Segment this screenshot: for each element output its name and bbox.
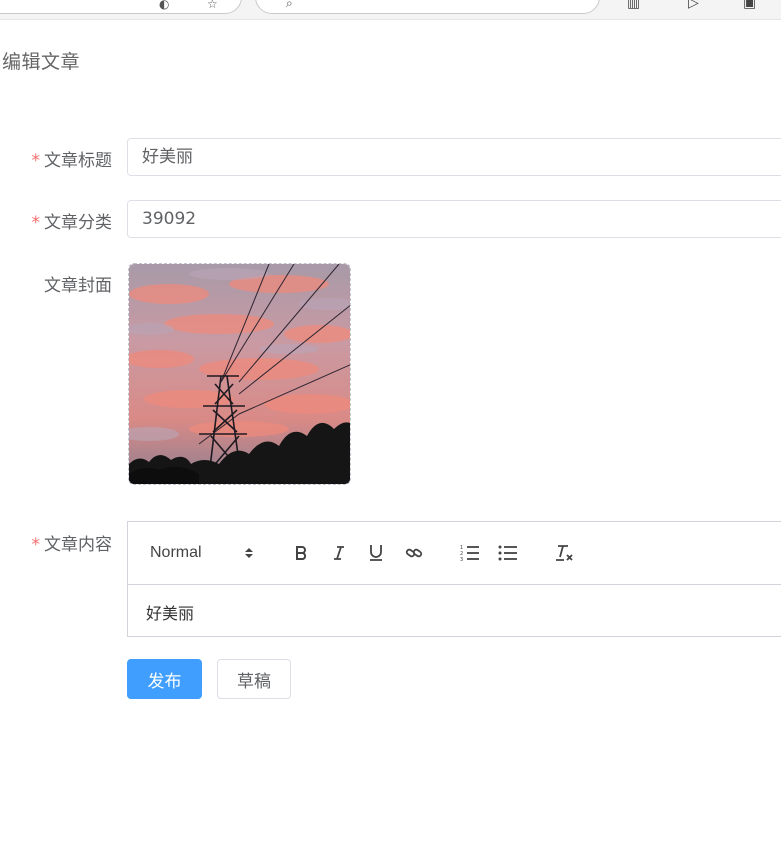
select-arrows-icon bbox=[245, 548, 253, 558]
title-label-text: 文章标题 bbox=[44, 151, 112, 171]
cover-label-text: 文章封面 bbox=[44, 276, 112, 296]
rich-text-editor: Normal 1 2 3 好美丽 bbox=[127, 521, 781, 637]
cover-image-upload[interactable] bbox=[128, 263, 351, 485]
content-label: * 文章内容 bbox=[32, 530, 113, 555]
draft-button[interactable]: 草稿 bbox=[217, 659, 291, 699]
required-mark: * bbox=[31, 151, 41, 171]
title-label: * 文章标题 bbox=[32, 146, 113, 171]
category-label: * 文章分类 bbox=[32, 208, 113, 233]
editor-toolbar: Normal 1 2 3 bbox=[128, 522, 781, 585]
split-view-icon[interactable]: ▥ bbox=[627, 0, 640, 11]
browser-address-pill[interactable]: ◐ ☆ bbox=[0, 0, 242, 14]
search-icon: ⌕ bbox=[286, 0, 293, 10]
bookmark-icon[interactable]: ☆ bbox=[207, 0, 218, 11]
cover-image bbox=[129, 264, 350, 484]
category-input[interactable]: 39092 bbox=[127, 200, 781, 238]
clear-format-icon bbox=[556, 545, 573, 561]
collections-icon[interactable]: ▣ bbox=[743, 0, 756, 11]
clear-format-button[interactable] bbox=[553, 542, 575, 564]
italic-icon bbox=[334, 546, 344, 560]
favorites-icon[interactable]: ▷ bbox=[688, 0, 699, 11]
italic-button[interactable] bbox=[328, 542, 350, 564]
required-mark: * bbox=[31, 535, 41, 555]
title-input[interactable]: 好美丽 bbox=[127, 138, 781, 176]
header-format-value: Normal bbox=[150, 544, 202, 561]
header-format-select[interactable]: Normal bbox=[150, 542, 268, 564]
required-mark: * bbox=[31, 213, 41, 233]
underline-button[interactable] bbox=[365, 542, 387, 564]
svg-text:3: 3 bbox=[460, 557, 463, 562]
page-title: 编辑文章 bbox=[2, 51, 81, 73]
bullet-list-button[interactable] bbox=[497, 542, 519, 564]
bold-button[interactable] bbox=[290, 542, 312, 564]
bullet-list-icon bbox=[498, 545, 517, 561]
category-label-text: 文章分类 bbox=[44, 213, 112, 233]
extension-icon[interactable]: ◐ bbox=[159, 0, 169, 11]
content-label-text: 文章内容 bbox=[44, 535, 112, 555]
browser-top-bar: ◐ ☆ ⌕ ▥ ▷ ▣ bbox=[0, 0, 781, 20]
ordered-list-icon: 123 bbox=[460, 545, 479, 562]
bold-icon bbox=[296, 546, 307, 560]
browser-search-pill[interactable]: ⌕ bbox=[255, 0, 600, 14]
underline-icon bbox=[370, 545, 382, 561]
ordered-list-button[interactable]: 123 bbox=[459, 542, 481, 564]
link-icon bbox=[405, 548, 423, 558]
cover-label: 文章封面 bbox=[44, 271, 112, 296]
link-button[interactable] bbox=[403, 542, 425, 564]
editor-content[interactable]: 好美丽 bbox=[146, 600, 194, 624]
publish-button[interactable]: 发布 bbox=[127, 659, 202, 699]
